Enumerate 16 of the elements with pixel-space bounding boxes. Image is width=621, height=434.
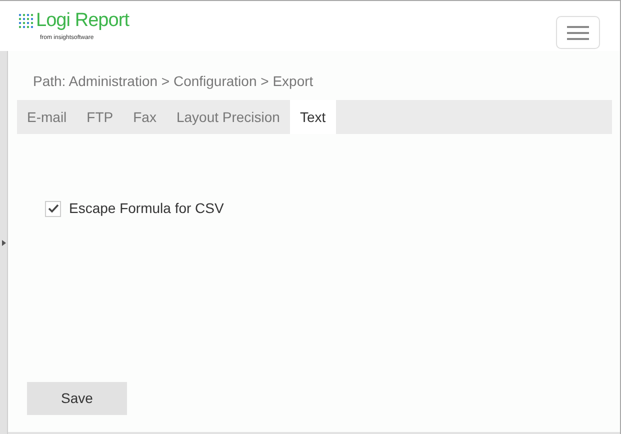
- breadcrumb-path: Path: Administration > Configuration > Export: [33, 72, 314, 91]
- caret-icon: [2, 240, 6, 246]
- sidebar-toggle[interactable]: [0, 51, 8, 434]
- menu-button[interactable]: [556, 16, 600, 49]
- tab[interactable]: E-mail: [17, 100, 77, 134]
- tab[interactable]: Layout Precision: [166, 100, 290, 134]
- checkmark-icon: [48, 204, 58, 213]
- menu-icon: [567, 26, 589, 40]
- tab[interactable]: Fax: [123, 100, 166, 134]
- save-button[interactable]: Save: [27, 382, 127, 415]
- checkbox[interactable]: [45, 200, 61, 216]
- checkbox-label: Escape Formula for CSV: [69, 199, 224, 218]
- logo-icon: [18, 13, 34, 29]
- tab[interactable]: Text: [290, 100, 336, 134]
- logo-text: Logi Report: [36, 10, 130, 32]
- tab[interactable]: FTP: [76, 100, 124, 134]
